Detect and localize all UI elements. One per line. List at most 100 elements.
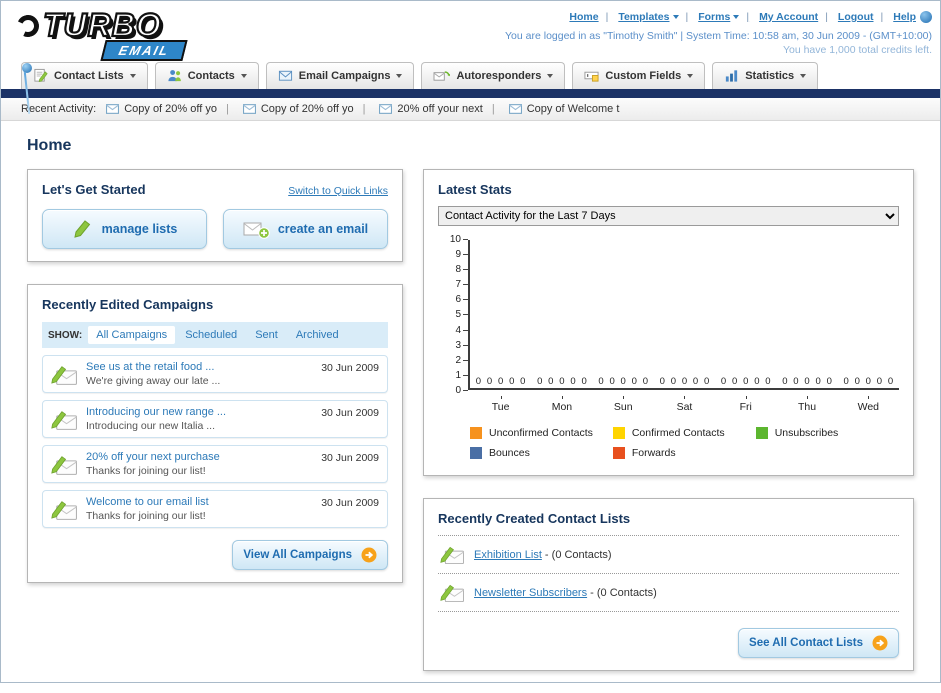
legend-swatch [612, 447, 625, 459]
tab-contact-lists[interactable]: Contact Lists [21, 62, 148, 89]
legend-label: Bounces [489, 447, 530, 459]
bar-value-label: 0 [720, 376, 727, 387]
bar-value-label: 0 [732, 376, 738, 387]
recent-activity-item[interactable]: Copy of Welcome t [483, 103, 619, 115]
show-label: SHOW: [48, 329, 83, 341]
filter-archived[interactable]: Archived [288, 326, 347, 344]
filter-scheduled[interactable]: Scheduled [177, 326, 245, 344]
tab-email-campaigns[interactable]: Email Campaigns [265, 62, 415, 89]
page-title: Home [27, 137, 72, 154]
filter-all-campaigns[interactable]: All Campaigns [88, 326, 176, 344]
bar-value-label: 0 [692, 376, 699, 387]
legend-item: Unconfirmed Contacts [470, 427, 613, 439]
campaign-date: 30 Jun 2009 [321, 407, 379, 419]
chart-legend: Unconfirmed Contacts Confirmed Contacts Un… [470, 427, 899, 459]
x-tick-label: Sat [654, 396, 715, 413]
top-link-my-account[interactable]: My Account [739, 11, 818, 23]
campaign-row[interactable]: Introducing our new range ... Introducin… [42, 400, 388, 438]
bar-value-label: 0 [743, 376, 749, 387]
orange-arrow-circle-icon [872, 635, 888, 651]
manage-lists-button[interactable]: manage lists [42, 209, 207, 249]
bar-value-label: 0 [559, 376, 565, 387]
help-icon[interactable] [920, 11, 932, 23]
top-link-home[interactable]: Home [569, 11, 598, 23]
y-tick-label: 8 [455, 264, 468, 275]
contact-list-row[interactable]: Exhibition List - (0 Contacts) [438, 536, 899, 574]
recent-activity-item[interactable]: 20% off your next [354, 103, 483, 115]
top-link-logout[interactable]: Logout [818, 11, 874, 23]
bar-value-label: 0 [475, 376, 482, 387]
bar-group: 00000 [654, 376, 715, 388]
y-tick-label: 0 [455, 385, 468, 396]
top-link-help[interactable]: Help [874, 11, 916, 23]
top-nav: Home Templates Forms My Account Logout H… [505, 11, 932, 23]
bar-value-label: 0 [876, 376, 883, 387]
see-all-contact-lists-button[interactable]: See All Contact Lists [738, 628, 899, 658]
envelope-plus-icon [243, 222, 270, 239]
campaign-date: 30 Jun 2009 [321, 497, 379, 509]
tab-statistics[interactable]: Statistics [712, 62, 819, 89]
autoresponders-icon [433, 71, 451, 81]
recent-activity-item[interactable]: Copy of 20% off yo [106, 103, 217, 115]
bar-value-label: 0 [642, 376, 649, 387]
contact-list-row[interactable]: Newsletter Subscribers - (0 Contacts) [438, 574, 899, 612]
y-tick-label: 3 [455, 340, 468, 351]
top-link-forms[interactable]: Forms [679, 11, 740, 23]
y-tick-label: 9 [455, 249, 468, 260]
campaign-subtitle: Thanks for joining our list! [86, 510, 206, 522]
campaign-title-link[interactable]: Welcome to our email list [86, 496, 313, 508]
campaign-row[interactable]: See us at the retail food ... We're givi… [42, 355, 388, 393]
filter-sent[interactable]: Sent [247, 326, 286, 344]
switch-quick-links-link[interactable]: Switch to Quick Links [288, 185, 388, 197]
tab-autoresponders[interactable]: Autoresponders [421, 62, 566, 89]
envelope-icon [243, 104, 256, 114]
bar-value-label: 0 [681, 376, 688, 387]
contact-lists-icon [34, 68, 48, 82]
campaign-title-link[interactable]: See us at the retail food ... [86, 361, 313, 373]
y-tick-label: 10 [450, 234, 468, 245]
stats-period-select[interactable]: Contact Activity for the Last 7 Days [438, 206, 899, 226]
pencil-icon [73, 220, 90, 238]
legend-item: Forwards [612, 447, 756, 459]
bar-value-label: 0 [854, 376, 860, 387]
legend-label: Unsubscribes [774, 427, 839, 439]
contact-lists-panel-title: Recently Created Contact Lists [438, 511, 899, 536]
bar-value-label: 0 [782, 376, 788, 387]
campaign-date: 30 Jun 2009 [321, 452, 379, 464]
envelope-pencil-icon [51, 363, 78, 386]
campaign-row[interactable]: 20% off your next purchase Thanks for jo… [42, 445, 388, 483]
y-tick-label: 7 [455, 279, 468, 290]
campaign-row[interactable]: Welcome to our email list Thanks for joi… [42, 490, 388, 528]
envelope-pencil-icon [440, 582, 465, 603]
header: TURBO EMAIL Home Templates Forms My Acco… [1, 1, 940, 114]
legend-swatch [470, 427, 482, 439]
get-started-title: Let's Get Started [42, 182, 146, 197]
login-info: You are logged in as "Timothy Smith" | S… [505, 30, 932, 42]
bar-group: 00000 [531, 376, 592, 388]
bar-value-label: 0 [659, 376, 665, 387]
recent-activity-items: Copy of 20% off yo Copy of 20% off yo 20… [106, 103, 619, 115]
envelope-icon [509, 104, 522, 114]
recent-activity-item[interactable]: Copy of 20% off yo [217, 103, 354, 115]
contact-list-link[interactable]: Exhibition List [474, 549, 542, 561]
chart-x-axis: Tue Mon Sun Sat Fri Thu Wed [470, 396, 899, 413]
x-tick-label: Sun [593, 396, 654, 413]
logo-subtitle: EMAIL [100, 40, 189, 61]
bar-value-label: 0 [620, 376, 626, 387]
view-all-campaigns-button[interactable]: View All Campaigns [232, 540, 388, 570]
chart-y-axis: 10 9 8 7 6 5 4 3 2 1 0 [444, 234, 468, 396]
tab-contacts[interactable]: Contacts [154, 62, 259, 89]
contact-list-link[interactable]: Newsletter Subscribers [474, 587, 587, 599]
campaign-title-link[interactable]: 20% off your next purchase [86, 451, 313, 463]
top-link-templates[interactable]: Templates [599, 11, 679, 23]
envelope-pencil-icon [51, 408, 78, 431]
create-email-button[interactable]: create an email [223, 209, 388, 249]
campaign-date: 30 Jun 2009 [321, 362, 379, 374]
bar-value-label: 0 [581, 376, 587, 387]
bar-value-label: 0 [497, 376, 504, 387]
bar-value-label: 0 [887, 376, 894, 387]
campaign-title-link[interactable]: Introducing our new range ... [86, 406, 313, 418]
recent-activity-label: Recent Activity: [21, 103, 97, 115]
tab-custom-fields[interactable]: Custom Fields [572, 62, 706, 89]
main-nav: Contact Lists Contacts Email Campaigns A… [1, 61, 940, 89]
